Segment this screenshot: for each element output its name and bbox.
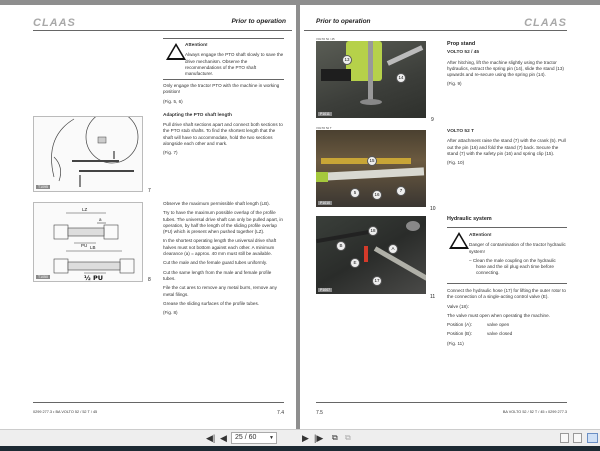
- first-page-icon[interactable]: ◀|: [206, 433, 215, 443]
- page-header: Prior to operation: [316, 18, 371, 25]
- page-number: 7.4: [277, 410, 284, 416]
- paragraph: Cut the same length from the male and fe…: [163, 269, 272, 281]
- figure-number: 9: [431, 117, 434, 123]
- figure-number: 10: [430, 206, 436, 212]
- label-lb: LB: [90, 245, 96, 250]
- single-page-view-icon[interactable]: [560, 433, 569, 443]
- section-title: Prop stand: [447, 41, 476, 47]
- callout: 17: [372, 276, 382, 286]
- paragraph: In the shortest operating length the uni…: [163, 238, 277, 257]
- attention-text: Danger of contamination of the tractor h…: [469, 242, 566, 254]
- paragraph: The valve must open when operating the m…: [447, 312, 550, 318]
- next-page-icon[interactable]: ▶: [302, 433, 309, 443]
- figure-tag: T1095: [36, 185, 50, 189]
- prev-page-icon[interactable]: ◀: [220, 433, 227, 443]
- paragraph: After attachment raise the stand (7) wit…: [447, 138, 566, 156]
- fig-ref: (Fig. 10): [447, 160, 465, 166]
- continuous-view-icon[interactable]: [573, 433, 582, 443]
- figure-tag: T1050: [36, 275, 50, 279]
- figure-tag: P1010: [318, 201, 333, 205]
- paragraph: Connect the hydraulic hose (17) for lift…: [447, 288, 566, 300]
- label-a: a: [99, 217, 102, 222]
- label-pu: PU: [81, 243, 87, 248]
- figure-tag: P1011: [318, 112, 332, 116]
- right-page: Prior to operation CLAAS VOLTO 52 / 45 1…: [300, 5, 600, 429]
- label-half-pu: ½ PU: [84, 274, 103, 282]
- claas-logo: CLAAS: [524, 17, 567, 29]
- figure-8: LZ a PU LB ½ PU T1050: [33, 202, 143, 282]
- paragraph: Cut the male and the female guard tubes …: [163, 260, 268, 266]
- callout: 14: [396, 73, 406, 83]
- pdf-toolbar: ◀| ◀ 25 / 60 ▼ ▶ |▶ ⧉ ⧉: [0, 429, 600, 446]
- paragraph: Observe the maximum permissible shaft le…: [163, 201, 270, 206]
- fig-ref: (Fig. 7): [163, 150, 178, 156]
- warning-icon: [449, 232, 469, 249]
- callout: 18: [368, 226, 378, 236]
- attention-title: Attention!: [185, 43, 208, 48]
- footer-left: 0299 277.3 • BA VOLTO 52 / 52 T / 45: [33, 410, 98, 414]
- bullet-item: – Clean the male coupling on the hydraul…: [469, 257, 556, 276]
- attention-text: Always engage the PTO shaft slowly to sa…: [185, 52, 284, 77]
- figure-9-photo: 13 14 P1011: [316, 41, 426, 118]
- figure-10-photo: 15 5 16 7 P1010: [316, 130, 426, 207]
- paragraph: Valve (18):: [447, 303, 469, 309]
- paste-icon[interactable]: ⧉: [345, 433, 351, 443]
- figure-tag: P1007: [318, 288, 333, 292]
- position-row: Position (B): valve closed: [447, 331, 513, 337]
- figure-7: T1095: [33, 116, 143, 192]
- subsection-title: VOLTO 52 / 45: [447, 50, 480, 56]
- paragraph: Try to have the maximum possible overlap…: [163, 210, 283, 235]
- page-number: 7.5: [316, 410, 323, 416]
- section-title: Adapting the PTO shaft length: [163, 112, 232, 118]
- intro-text: Only engage the tractor PTO with the mac…: [163, 83, 280, 95]
- fig-ref: (Fig. 9): [447, 81, 462, 87]
- copy-icon[interactable]: ⧉: [332, 433, 338, 443]
- claas-logo: CLAAS: [33, 17, 76, 29]
- attention-title: Attention!: [469, 233, 492, 238]
- page-header: Prior to operation: [231, 18, 286, 25]
- two-page-view-icon[interactable]: [587, 433, 598, 443]
- footer-right: BA VOLTO 52 / 52 T / 45 • 0299 277.3: [502, 410, 567, 414]
- paragraph: After hitching, lift the machine slightl…: [447, 59, 564, 78]
- figure-number: 11: [430, 294, 436, 300]
- label-lz: LZ: [82, 207, 88, 212]
- fig-ref: (Fig. 11): [447, 340, 464, 346]
- callout: 16: [372, 190, 382, 200]
- left-page: CLAAS Prior to operation Attention! Alwa…: [0, 5, 296, 429]
- warning-icon: [166, 43, 186, 60]
- figure-number: 8: [148, 277, 151, 283]
- fig-ref: (Fig. 8): [163, 310, 178, 316]
- callout: B: [336, 241, 346, 251]
- section-text: Pull drive shaft sections apart and conn…: [163, 122, 283, 147]
- position-row: Position (A): valve open: [447, 322, 510, 328]
- callout: 15: [367, 156, 377, 166]
- section-title: Hydraulic system: [447, 216, 492, 222]
- figure-11-photo: 18 B A E 17 P1007: [316, 216, 426, 294]
- callout: A: [388, 244, 398, 254]
- taskbar: [0, 446, 600, 451]
- callout: 7: [396, 186, 406, 196]
- last-page-icon[interactable]: |▶: [314, 433, 323, 443]
- callout: 13: [342, 55, 352, 65]
- callout: 5: [350, 188, 360, 198]
- subsection-title: VOLTO 52 T: [447, 129, 475, 134]
- paragraph: Grease the sliding surfaces of the profi…: [163, 300, 260, 306]
- page-number-input[interactable]: 25 / 60 ▼: [231, 432, 277, 444]
- fig-ref: (Fig. 5, 6): [163, 98, 183, 104]
- figure-number: 7: [148, 188, 151, 194]
- paragraph: File the cut ares to remove any metal bu…: [163, 285, 277, 297]
- chevron-down-icon[interactable]: ▼: [269, 433, 274, 443]
- callout: E: [350, 258, 360, 268]
